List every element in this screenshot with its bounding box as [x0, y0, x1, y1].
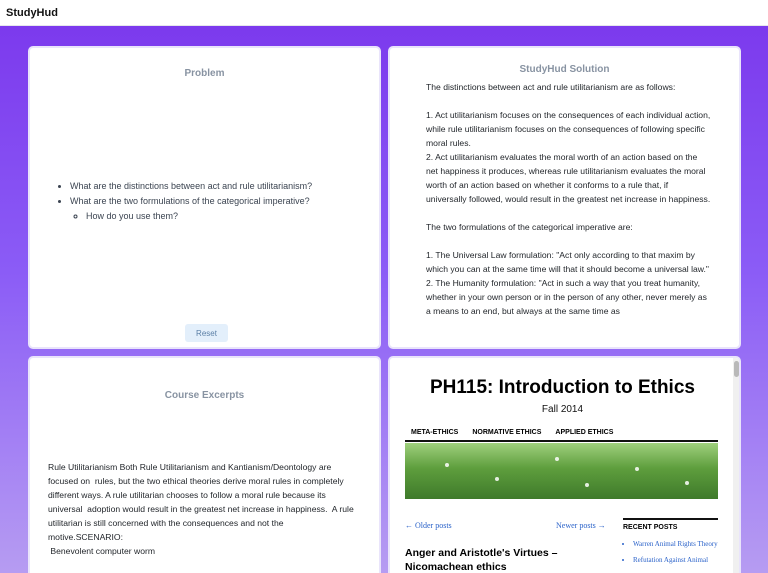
problem-question: What are the two formulations of the cat… [70, 194, 312, 209]
solution-intro-2: The two formulations of the categorical … [426, 222, 633, 232]
problem-title: Problem [184, 68, 225, 79]
problem-question: What are the distinctions between act an… [70, 179, 312, 194]
recent-post-link[interactable]: Warren Animal Rights Theory [633, 539, 718, 549]
post-title[interactable]: Anger and Aristotle's Virtues – Nicomach… [405, 546, 585, 573]
excerpts-title: Course Excerpts [164, 390, 245, 401]
solution-text: The distinctions between act and rule ut… [426, 80, 711, 318]
older-posts-link[interactable]: ← Older posts [405, 521, 452, 530]
scrollbar-thumb[interactable] [734, 361, 739, 377]
webpage-scrollbar[interactable] [733, 358, 739, 573]
site-title: PH115: Introduction to Ethics [430, 377, 695, 398]
course-excerpts-panel: Course Excerpts Rule Utilitarianism Both… [28, 356, 381, 573]
solution-point: 1. Act utilitarianism focuses on the con… [426, 110, 711, 148]
solution-panel[interactable]: StudyHud Solution The distinctions betwe… [388, 46, 741, 349]
solution-formulation: 1. The Universal Law formulation: "Act o… [426, 250, 709, 274]
solution-point: 2. Act utilitarianism evaluates the mora… [426, 152, 711, 204]
problem-question-list: What are the distinctions between act an… [70, 179, 312, 224]
header-image [405, 443, 718, 499]
solution-formulation: 2. The Humanity formulation: "Act in suc… [426, 278, 707, 316]
webpage-view[interactable]: PH115: Introduction to Ethics Fall 2014 … [390, 358, 739, 573]
app-brand: StudyHud [6, 6, 58, 19]
nav-normative-ethics[interactable]: NORMATIVE ETHICS [472, 427, 541, 440]
recent-posts-heading: RECENT POSTS [623, 524, 678, 531]
recent-posts: RECENT POSTS Warren Animal Rights Theory… [623, 518, 718, 571]
site-nav: META-ETHICS NORMATIVE ETHICS APPLIED ETH… [405, 427, 718, 442]
recent-post-link[interactable]: Refutation Against Animal [633, 555, 718, 565]
reset-button[interactable]: Reset [185, 324, 228, 342]
embedded-webpage-panel[interactable]: PH115: Introduction to Ethics Fall 2014 … [388, 356, 741, 573]
site-subtitle: Fall 2014 [541, 404, 584, 415]
problem-sub-question: How do you use them? [86, 209, 312, 224]
solution-intro: The distinctions between act and rule ut… [426, 82, 676, 92]
problem-panel: Problem What are the distinctions betwee… [28, 46, 381, 349]
newer-posts-link[interactable]: Newer posts → [556, 521, 606, 530]
top-bar: StudyHud [0, 0, 768, 26]
excerpt-text: Rule Utilitarianism Both Rule Utilitaria… [48, 462, 354, 556]
nav-meta-ethics[interactable]: META-ETHICS [411, 427, 458, 440]
nav-applied-ethics[interactable]: APPLIED ETHICS [555, 427, 613, 440]
solution-title: StudyHud Solution [519, 64, 610, 75]
